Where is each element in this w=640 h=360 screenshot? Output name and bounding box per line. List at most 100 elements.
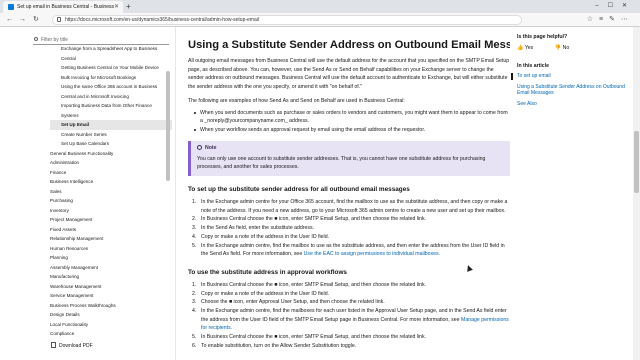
toc-item[interactable]: Using the same Office 365 account in Bus… xyxy=(50,82,172,92)
refresh-icon[interactable]: ↻ xyxy=(33,13,39,27)
toolbar-icons[interactable]: ☆≡✎⋯ xyxy=(587,13,634,27)
step-item: 1. In Business Central choose the ■ icon,… xyxy=(192,281,427,288)
toc-section[interactable]: ›Business Process Walkthroughs xyxy=(50,301,172,311)
toc-label: Central and in Microsoft Invoicing xyxy=(61,93,129,99)
toc-label: Set Up Base Calendars xyxy=(61,141,110,146)
toc-section[interactable]: ›Local Functionality xyxy=(50,320,172,330)
step-text: In Business Central choose the ■ icon, e… xyxy=(201,281,427,288)
toc-label: Compliance xyxy=(50,331,75,336)
toc-list: Exchange from a Spreadsheet App to Busin… xyxy=(50,44,172,344)
step-item: 2. In Business Central choose the ■ icon,… xyxy=(192,216,427,223)
toc-item[interactable]: Bulk Invoicing for Microsoft Bookings xyxy=(50,73,172,83)
browser-tab[interactable]: Set up email in Business Central - Busin… xyxy=(3,1,123,13)
section2-heading: To use the substitute address in approva… xyxy=(188,268,347,276)
toc-item[interactable]: Central xyxy=(50,54,172,64)
step-item: 3. In the Send As field, enter the substi… xyxy=(192,225,315,232)
toc-section[interactable]: ›Compliance xyxy=(50,329,172,339)
close-tab-icon[interactable]: ✕ xyxy=(114,1,119,13)
info-icon xyxy=(197,144,202,150)
toc-section[interactable]: ›Fixed Assets xyxy=(50,225,172,235)
url-text: https://docs.microsoft.com/en-us/dynamic… xyxy=(65,17,259,23)
toc-section[interactable]: ›Administration xyxy=(50,158,172,168)
section2-steps: 1. In Business Central choose the ■ icon,… xyxy=(188,281,510,351)
toc-section[interactable]: ›Warehouse Management xyxy=(50,282,172,292)
toc-item[interactable]: Systems xyxy=(50,111,172,121)
step-text: Copy or make a note of the address in th… xyxy=(201,290,330,297)
download-pdf-label: Download PDF xyxy=(59,343,93,349)
toc-section[interactable]: ›General Business Functionality xyxy=(50,149,172,159)
forward-icon[interactable]: → xyxy=(19,13,26,27)
toc-section[interactable]: ›Purchasing xyxy=(50,196,172,206)
toc-item[interactable]: Create Number Series xyxy=(50,130,172,140)
feedback-buttons: 👍 Yes 👎 No xyxy=(517,45,627,51)
toc-section[interactable]: ›Service Management xyxy=(50,291,172,301)
article-title: Using a Substitute Sender Address on Out… xyxy=(188,39,510,51)
toc-section[interactable]: ›Project Management xyxy=(50,215,172,225)
toc-label: Getting Business Central on Your Mobile … xyxy=(61,65,159,70)
toc-section[interactable]: ›Sales xyxy=(50,187,172,197)
toc-label: Importing Business Data from Other Finan… xyxy=(61,103,152,108)
toc-item[interactable]: Set Up Email xyxy=(50,120,172,130)
note-callout: Note You can only use one account to sub… xyxy=(188,140,510,177)
toc-label: Set Up Email xyxy=(61,122,90,127)
back-icon[interactable]: ← xyxy=(6,13,13,27)
favicon-icon xyxy=(8,4,14,10)
step-text: In the Exchange admin centre for your Of… xyxy=(201,199,508,214)
page-scrollbar-thumb[interactable] xyxy=(634,131,639,193)
step-text: In the Send As field, enter the substitu… xyxy=(201,225,315,232)
toc-label: Systems xyxy=(61,112,79,118)
new-tab-button[interactable]: + xyxy=(126,0,131,13)
article: Using a Substitute Sender Address on Out… xyxy=(188,27,510,360)
right-rail: Is this page helpful? 👍 Yes 👎 No In this… xyxy=(511,27,627,360)
toc-section[interactable]: ›Business Intelligence xyxy=(50,177,172,187)
no-button[interactable]: 👎 No xyxy=(555,45,580,51)
toc-item[interactable]: Getting Business Central on Your Mobile … xyxy=(50,63,172,73)
toc-label: Relationship Management xyxy=(50,236,104,241)
filter-icon xyxy=(34,37,38,41)
toc-section[interactable]: ›Human Resources xyxy=(50,244,172,254)
in-article-link[interactable]: Using a Substitute Sender Address on Out… xyxy=(517,84,627,97)
toc-item[interactable]: Central and in Microsoft Invoicing xyxy=(50,92,172,102)
toc-section[interactable]: ›Design Details xyxy=(50,310,172,320)
toc-scrollbar[interactable] xyxy=(166,71,170,181)
toc-label: Planning xyxy=(50,255,68,260)
toc-label: Finance xyxy=(50,169,67,175)
toc-label: Business Process Walkthroughs xyxy=(50,302,116,308)
toc-section[interactable]: ›Manufacturing xyxy=(50,272,172,282)
toc-label: Business Intelligence xyxy=(50,179,94,184)
in-article-link[interactable]: To set up email xyxy=(511,73,627,80)
toc-label: Inventory xyxy=(50,207,69,213)
toc-section[interactable]: ›Inventory xyxy=(50,206,172,216)
note-heading: Note xyxy=(197,144,504,153)
toc-label: Warehouse Management xyxy=(50,283,102,289)
download-pdf-link[interactable]: Download PDF xyxy=(51,342,93,349)
download-icon xyxy=(51,342,56,348)
toc-section[interactable]: ›Relationship Management xyxy=(50,234,172,244)
toc-item[interactable]: Exchange from a Spreadsheet App to Busin… xyxy=(50,44,172,54)
page-scrollbar[interactable] xyxy=(633,27,640,360)
step-item: 6. To enable substitution, turn on the Al… xyxy=(192,342,357,349)
step-text: Choose the ■ icon, enter Approval User S… xyxy=(201,299,385,306)
url-input[interactable]: https://docs.microsoft.com/en-us/dynamic… xyxy=(52,15,522,25)
window-controls[interactable]: –☐✕ xyxy=(595,0,636,13)
toc-sidebar: Filter by title Exchange from a Spreadsh… xyxy=(0,27,176,360)
intro-paragraph: All outgoing email messages from Busines… xyxy=(188,58,510,91)
tab-title: Set up email in Business Central - Busin… xyxy=(17,4,114,10)
toc-label: General Business Functionality xyxy=(50,150,114,156)
step-item: 5. In Business Central choose the ■ icon,… xyxy=(192,334,427,341)
in-article-link[interactable]: See Also xyxy=(517,101,627,108)
toc-section[interactable]: ›Assembly Management xyxy=(50,263,172,273)
toc-item[interactable]: Importing Business Data from Other Finan… xyxy=(50,101,172,111)
yes-label: Yes xyxy=(524,45,534,51)
yes-button[interactable]: 👍 Yes xyxy=(517,45,543,51)
toc-label: Using the same Office 365 account in Bus… xyxy=(61,84,158,89)
list-item: When you send documents such as purchase… xyxy=(194,109,510,126)
list-item: When your workflow sends an approval req… xyxy=(194,126,510,135)
eac-permissions-link[interactable]: Use the EAC to assign permissions to ind… xyxy=(304,251,440,257)
bullet-list: When you send documents such as purchase… xyxy=(188,109,510,135)
address-bar-row: ← → ↻ https://docs.microsoft.com/en-us/d… xyxy=(0,13,640,27)
toc-label: Human Resources xyxy=(50,245,89,251)
toc-item[interactable]: Set Up Base Calendars xyxy=(50,139,172,149)
toc-section[interactable]: ›Finance xyxy=(50,168,172,178)
toc-section[interactable]: ›Planning xyxy=(50,253,172,263)
